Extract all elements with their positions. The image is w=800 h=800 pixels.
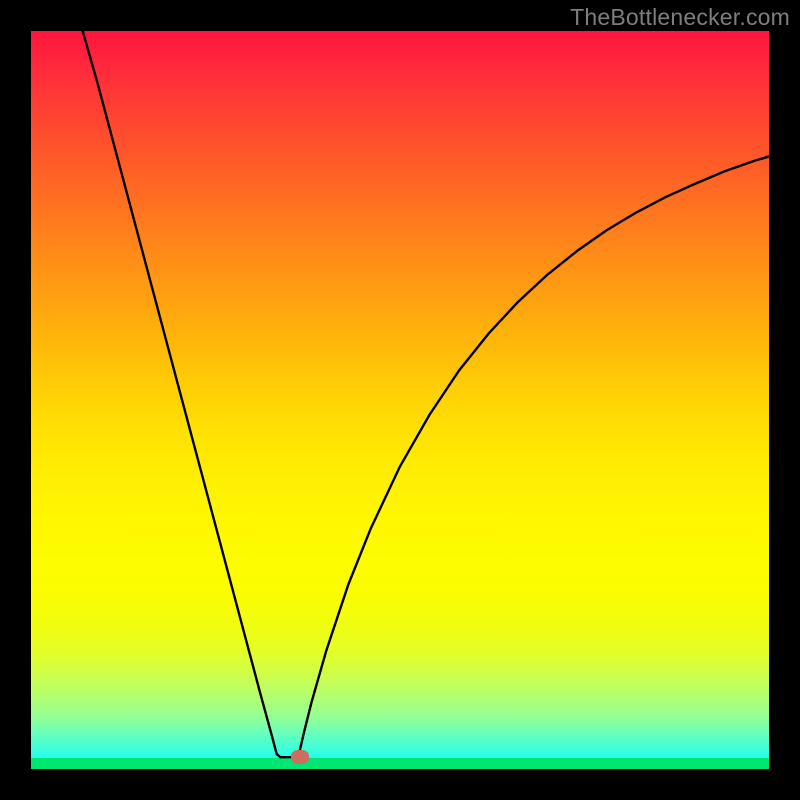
chart-plot-area — [31, 31, 769, 769]
chart-frame: TheBottlenecker.com — [0, 0, 800, 800]
watermark-text: TheBottlenecker.com — [570, 4, 790, 31]
chart-baseline-band — [31, 758, 769, 769]
